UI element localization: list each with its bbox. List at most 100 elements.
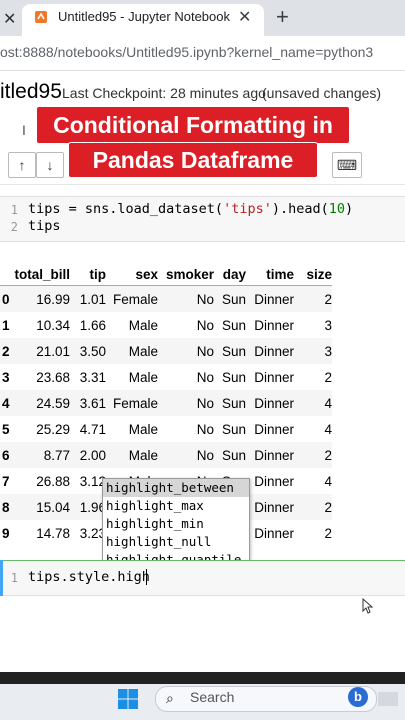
table-row: 6 8.77 2.00 Male No Sun Dinner 2 (0, 442, 332, 468)
plus-icon[interactable]: + (276, 4, 289, 30)
row-index: 9 (2, 525, 10, 541)
column-header: tip (70, 260, 106, 286)
table-cell: Dinner (254, 447, 294, 463)
jupyter-favicon (35, 11, 47, 23)
table-cell: 26.88 (36, 473, 70, 489)
table-cell: 1.96 (79, 499, 106, 515)
search-placeholder: Search (190, 689, 235, 705)
table-cell: 14.78 (36, 525, 70, 541)
row-index: 3 (2, 369, 10, 385)
title-banner: Conditional Formatting in Pandas Datafra… (36, 106, 350, 178)
notebook-title[interactable]: itled95 (0, 80, 62, 104)
row-index: 0 (2, 291, 10, 307)
table-cell: 2.00 (79, 447, 106, 463)
tab-title: Untitled95 - Jupyter Notebook (58, 9, 230, 24)
table-cell: Sun (221, 369, 246, 385)
column-header: size (294, 260, 332, 286)
table-cell: No (196, 343, 214, 359)
menu-item-partial[interactable]: I (22, 122, 26, 138)
table-cell: Dinner (254, 499, 294, 515)
search-icon: ⌕ (166, 690, 174, 706)
table-cell: 4.71 (79, 421, 106, 437)
close-icon[interactable]: ✕ (238, 7, 251, 27)
table-cell: 2 (324, 499, 332, 515)
table-cell: 2 (324, 369, 332, 385)
table-cell: Sun (221, 291, 246, 307)
table-cell: Male (128, 447, 158, 463)
column-header: sex (106, 260, 158, 286)
mouse-pointer-icon (362, 598, 374, 614)
table-cell: 15.04 (36, 499, 70, 515)
table-cell: Male (128, 317, 158, 333)
table-row: 1 10.34 1.66 Male No Sun Dinner 3 (0, 312, 332, 338)
table-cell: 3 (324, 317, 332, 333)
table-cell: Sun (221, 343, 246, 359)
autocomplete-item[interactable]: highlight_min (103, 515, 249, 533)
table-cell: Female (112, 291, 158, 307)
code-line: tips (28, 218, 61, 234)
table-cell: No (196, 421, 214, 437)
line-number: 1 (10, 571, 18, 585)
close-icon[interactable]: ✕ (3, 9, 16, 29)
table-cell: Female (112, 395, 158, 411)
autocomplete-item[interactable]: highlight_null (103, 533, 249, 551)
checkpoint-status: Last Checkpoint: 28 minutes ago (62, 85, 266, 101)
windows-logo-icon[interactable] (117, 688, 139, 710)
table-cell: 16.99 (36, 291, 70, 307)
banner-line-2: Pandas Dataframe (68, 142, 318, 178)
table-cell: Dinner (254, 473, 294, 489)
taskbar-tray-item[interactable] (378, 692, 398, 706)
taskbar-search-box[interactable] (155, 686, 377, 712)
table-cell: 3.50 (79, 343, 106, 359)
table-cell: 10.34 (36, 317, 70, 333)
table-cell: No (196, 317, 214, 333)
table-cell: 3.23 (79, 525, 106, 541)
table-cell: Dinner (254, 421, 294, 437)
table-cell: Male (128, 421, 158, 437)
table-cell: Dinner (254, 317, 294, 333)
code-line: tips = sns.load_dataset('tips').head(10) (28, 201, 353, 217)
table-cell: 24.59 (36, 395, 70, 411)
autocomplete-item[interactable]: highlight_between (103, 479, 249, 497)
url-text[interactable]: ost:8888/notebooks/Untitled95.ipynb?kern… (0, 44, 373, 60)
table-header-row: total_bill tip sex smoker day time size (0, 260, 332, 286)
table-cell: 2 (324, 291, 332, 307)
table-cell: 3.31 (79, 369, 106, 385)
table-cell: 8.77 (43, 447, 70, 463)
table-cell: Dinner (254, 291, 294, 307)
table-cell: 4 (324, 421, 332, 437)
autocomplete-item[interactable]: highlight_max (103, 497, 249, 515)
table-cell: No (196, 369, 214, 385)
table-row: 4 24.59 3.61 Female No Sun Dinner 4 (0, 390, 332, 416)
bing-icon[interactable]: b (348, 687, 368, 707)
table-cell: 2 (324, 447, 332, 463)
table-row: 2 21.01 3.50 Male No Sun Dinner 3 (0, 338, 332, 364)
code-cell-active[interactable]: 1 tips.style.high (0, 560, 405, 596)
column-header: total_bill (14, 260, 70, 286)
table-cell: 25.29 (36, 421, 70, 437)
line-number: 2 (10, 220, 18, 234)
banner-line-1: Conditional Formatting in (36, 106, 350, 144)
code-cell[interactable]: 1 2 tips = sns.load_dataset('tips').head… (0, 196, 405, 242)
unsaved-status: (unsaved changes) (262, 85, 382, 101)
table-cell: No (196, 447, 214, 463)
column-header: time (246, 260, 294, 286)
row-index: 7 (2, 473, 10, 489)
move-up-button[interactable]: ↑ (8, 152, 36, 178)
row-index: 2 (2, 343, 10, 359)
table-cell: 4 (324, 395, 332, 411)
table-cell: No (196, 395, 214, 411)
table-row: 5 25.29 4.71 Male No Sun Dinner 4 (0, 416, 332, 442)
column-header: day (214, 260, 246, 286)
table-cell: Dinner (254, 395, 294, 411)
table-cell: Dinner (254, 343, 294, 359)
table-cell: Male (128, 343, 158, 359)
window-bottom-edge (0, 672, 405, 684)
code-line[interactable]: tips.style.high (28, 569, 150, 585)
table-cell: Sun (221, 317, 246, 333)
table-row: 3 23.68 3.31 Male No Sun Dinner 2 (0, 364, 332, 390)
column-header: smoker (158, 260, 214, 286)
table-cell: 4 (324, 473, 332, 489)
code-text: ).head( (271, 201, 329, 217)
code-text: ) (345, 201, 354, 217)
